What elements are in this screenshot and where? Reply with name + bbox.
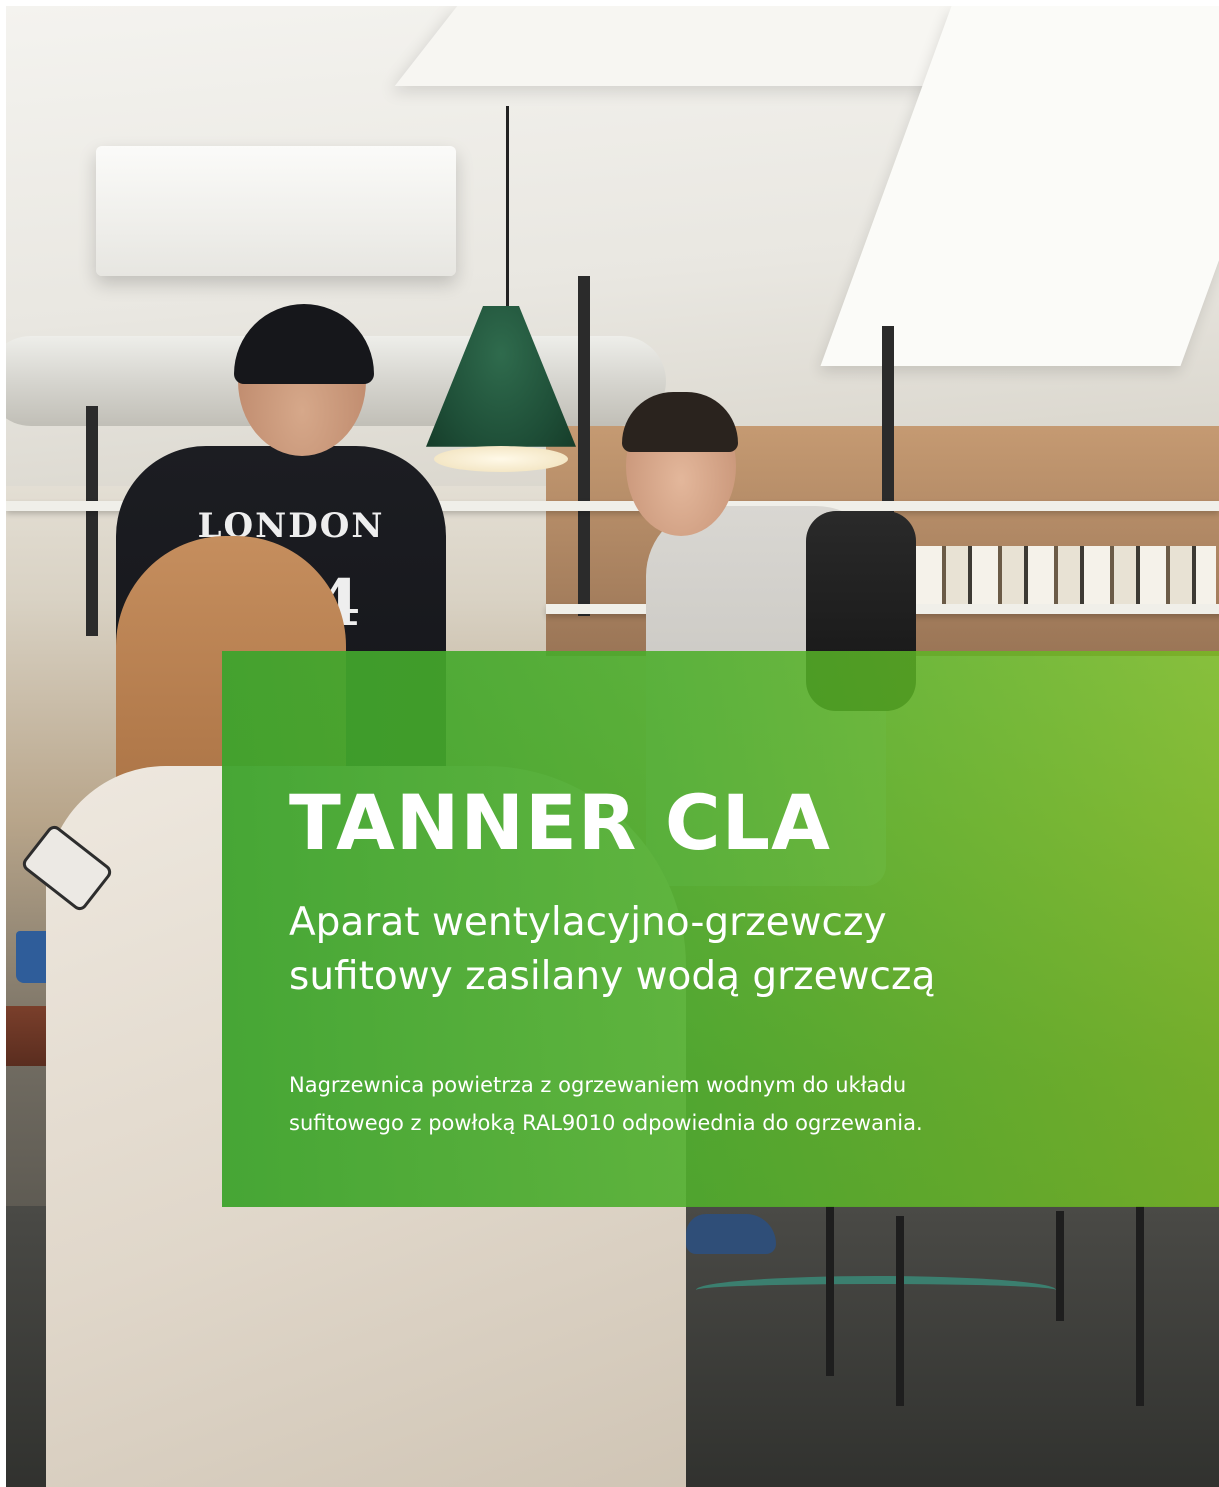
lamp-cord <box>506 106 509 316</box>
shelf-jars <box>916 546 1216 604</box>
chair-leg <box>896 1216 904 1406</box>
brochure-cover: LONDON 4 TANNER CLA Aparat wentylacyjno-… <box>0 0 1219 1487</box>
chair-leg <box>1056 1211 1064 1321</box>
subtitle-line: sufitowy zasilany wodą grzewczą <box>289 954 936 999</box>
product-description: Nagrzewnica powietrza z ogrzewaniem wodn… <box>289 1066 1169 1142</box>
subtitle-line: Aparat wentylacyjno-grzewczy <box>289 900 887 945</box>
sneaker <box>686 1214 776 1254</box>
description-line: Nagrzewnica powietrza z ogrzewaniem wodn… <box>289 1073 907 1097</box>
description-line: sufitowego z powłoką RAL9010 odpowiednia… <box>289 1111 923 1135</box>
ceiling-ac-unit <box>96 146 456 276</box>
lamp-light <box>434 446 568 472</box>
product-subtitle: Aparat wentylacyjno-grzewczy sufitowy za… <box>289 896 1169 1004</box>
black-pipe <box>86 406 98 636</box>
product-title: TANNER CLA <box>289 778 831 867</box>
chair-leg <box>826 1206 834 1376</box>
chair-leg <box>1136 1206 1144 1406</box>
black-pipe <box>578 276 590 616</box>
table-base <box>696 1276 1056 1304</box>
